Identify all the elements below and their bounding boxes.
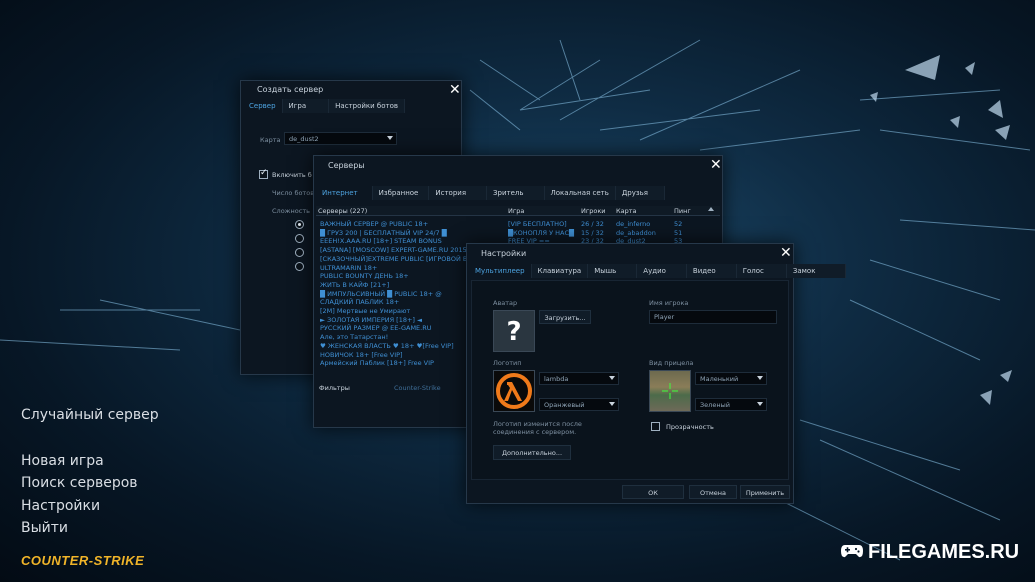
transparency-label: Прозрачность xyxy=(666,423,714,431)
close-icon[interactable]: ✕ xyxy=(780,246,792,260)
row-map: de_inferno xyxy=(616,220,651,228)
map-value: de_dust2 xyxy=(289,135,319,143)
tab-audio[interactable]: Аудио xyxy=(637,264,687,278)
col-game[interactable]: Игра xyxy=(508,207,524,215)
tab-favorites[interactable]: Избранное xyxy=(372,186,430,200)
dropdown-arrow-icon xyxy=(609,402,615,406)
ok-button[interactable]: ОК xyxy=(622,485,684,499)
counter-strike-logo: COUNTER-STRIKE xyxy=(21,553,145,568)
tab-multiplayer[interactable]: Мультиплеер xyxy=(469,264,532,278)
dropdown-arrow-icon xyxy=(757,402,763,406)
menu-find-servers[interactable]: Поиск серверов xyxy=(21,475,138,491)
upload-button[interactable]: Загрузить... xyxy=(539,310,591,324)
difficulty-radio-2[interactable] xyxy=(295,234,304,243)
avatar-label: Аватар xyxy=(493,299,518,307)
settings-title: Настройки xyxy=(481,249,527,258)
dropdown-arrow-icon xyxy=(609,376,615,380)
row-map: de_abaddon xyxy=(616,228,656,237)
close-icon[interactable]: ✕ xyxy=(710,158,722,172)
difficulty-radio-3[interactable] xyxy=(295,248,304,257)
player-name-input[interactable]: Player xyxy=(649,310,777,324)
tab-server[interactable]: Сервер xyxy=(243,99,283,113)
create-server-title: Создать сервер xyxy=(257,85,324,94)
difficulty-radio-1[interactable] xyxy=(295,220,304,229)
tab-spectator[interactable]: Зритель xyxy=(487,186,545,200)
menu-settings[interactable]: Настройки xyxy=(21,498,100,514)
tab-voice[interactable]: Голос xyxy=(736,264,787,278)
cancel-button[interactable]: Отмена xyxy=(689,485,737,499)
crosshair-icon xyxy=(662,383,678,399)
tab-mouse[interactable]: Мышь xyxy=(588,264,638,278)
advanced-button[interactable]: Дополнительно... xyxy=(493,445,571,460)
col-ping[interactable]: Пинг xyxy=(674,207,691,215)
row-game: █КОНОПЛЯ У НАС█ xyxy=(508,228,574,237)
crosshair-color-value: Зеленый xyxy=(700,401,730,409)
avatar: ? xyxy=(493,310,535,352)
map-dropdown[interactable]: de_dust2 xyxy=(284,132,397,145)
settings-tabs: Мультиплеер Клавиатура Мышь Аудио Видео … xyxy=(469,264,847,278)
tab-lock[interactable]: Замок xyxy=(786,264,847,278)
row-players: 15 / 32 xyxy=(581,228,604,237)
servers-title: Серверы xyxy=(328,161,365,170)
row-game: [VIP БЕСПЛАТНО] xyxy=(508,220,567,228)
filter-game: Counter-Strike xyxy=(394,384,441,392)
servers-tabs: Интернет Избранное История Зритель Локал… xyxy=(316,186,665,200)
col-players[interactable]: Игроки xyxy=(581,207,606,215)
col-map[interactable]: Карта xyxy=(616,207,637,215)
difficulty-radio-4[interactable] xyxy=(295,262,304,271)
table-row[interactable]: ВАЖНЫЙ СЕРВЕР @ PUBLIC 18+ [VIP БЕСПЛАТНО… xyxy=(320,220,710,229)
logo-color-value: Оранжевый xyxy=(544,401,585,409)
lambda-icon xyxy=(496,373,532,409)
crosshair-label: Вид прицела xyxy=(649,359,694,367)
difficulty-label: Сложность xyxy=(272,207,310,215)
create-server-tabs: Сервер Игра Настройки ботов xyxy=(243,99,406,113)
map-label: Карта xyxy=(260,136,281,144)
tab-history[interactable]: История xyxy=(429,186,488,200)
menu-quit[interactable]: Выйти xyxy=(21,520,68,536)
tab-video[interactable]: Видео xyxy=(686,264,737,278)
enable-bots-checkbox[interactable] xyxy=(259,168,268,179)
dropdown-arrow-icon xyxy=(757,376,763,380)
logo-value: lambda xyxy=(544,375,569,383)
tab-friends[interactable]: Друзья xyxy=(615,186,665,200)
logo-note: Логотип изменится после соединения с сер… xyxy=(493,420,582,436)
scroll-up-icon[interactable] xyxy=(708,207,714,211)
settings-window: Настройки ✕ Мультиплеер Клавиатура Мышь … xyxy=(466,243,847,504)
logo-color-dropdown[interactable]: Оранжевый xyxy=(539,398,619,411)
row-ping: 52 xyxy=(674,220,683,228)
bot-count-label: Число ботов xyxy=(272,189,315,197)
enable-bots-label: Включить б xyxy=(272,171,312,179)
watermark: FILEGAMES.RU xyxy=(840,541,1019,564)
tab-keyboard[interactable]: Клавиатура xyxy=(531,264,589,278)
gamepad-icon xyxy=(841,545,863,558)
tab-lan[interactable]: Локальная сеть xyxy=(544,186,616,200)
menu-new-game[interactable]: Новая игра xyxy=(21,453,104,469)
tab-internet[interactable]: Интернет xyxy=(316,186,373,200)
tab-game[interactable]: Игра xyxy=(282,99,330,113)
watermark-text: FILEGAMES.RU xyxy=(868,541,1020,563)
table-row[interactable]: █ ГРУЗ 200 | БЕСПЛАТНЫЙ VIP 24/7 █ █КОНОП… xyxy=(320,229,710,238)
tab-bot-settings[interactable]: Настройки ботов xyxy=(329,99,406,113)
close-icon[interactable]: ✕ xyxy=(449,83,461,97)
crosshair-size-value: Маленький xyxy=(700,375,739,383)
dropdown-arrow-icon xyxy=(387,136,393,140)
logo-dropdown[interactable]: lambda xyxy=(539,372,619,385)
row-name: ВАЖНЫЙ СЕРВЕР @ PUBLIC 18+ xyxy=(320,220,429,228)
player-name-label: Имя игрока xyxy=(649,299,689,307)
col-servers[interactable]: Серверы (227) xyxy=(318,207,367,215)
menu-random-server[interactable]: Случайный сервер xyxy=(21,407,159,423)
logo-preview xyxy=(493,370,535,412)
row-ping: 51 xyxy=(674,228,683,237)
logo-label: Логотип xyxy=(493,359,522,367)
apply-button[interactable]: Применить xyxy=(740,485,790,499)
filters-button[interactable]: Фильтры xyxy=(319,384,350,392)
crosshair-size-dropdown[interactable]: Маленький xyxy=(695,372,767,385)
crosshair-preview xyxy=(649,370,691,412)
row-players: 26 / 32 xyxy=(581,220,604,228)
transparency-checkbox[interactable] xyxy=(651,422,660,431)
row-name: █ ГРУЗ 200 | БЕСПЛАТНЫЙ VIP 24/7 █ xyxy=(320,228,447,237)
crosshair-color-dropdown[interactable]: Зеленый xyxy=(695,398,767,411)
